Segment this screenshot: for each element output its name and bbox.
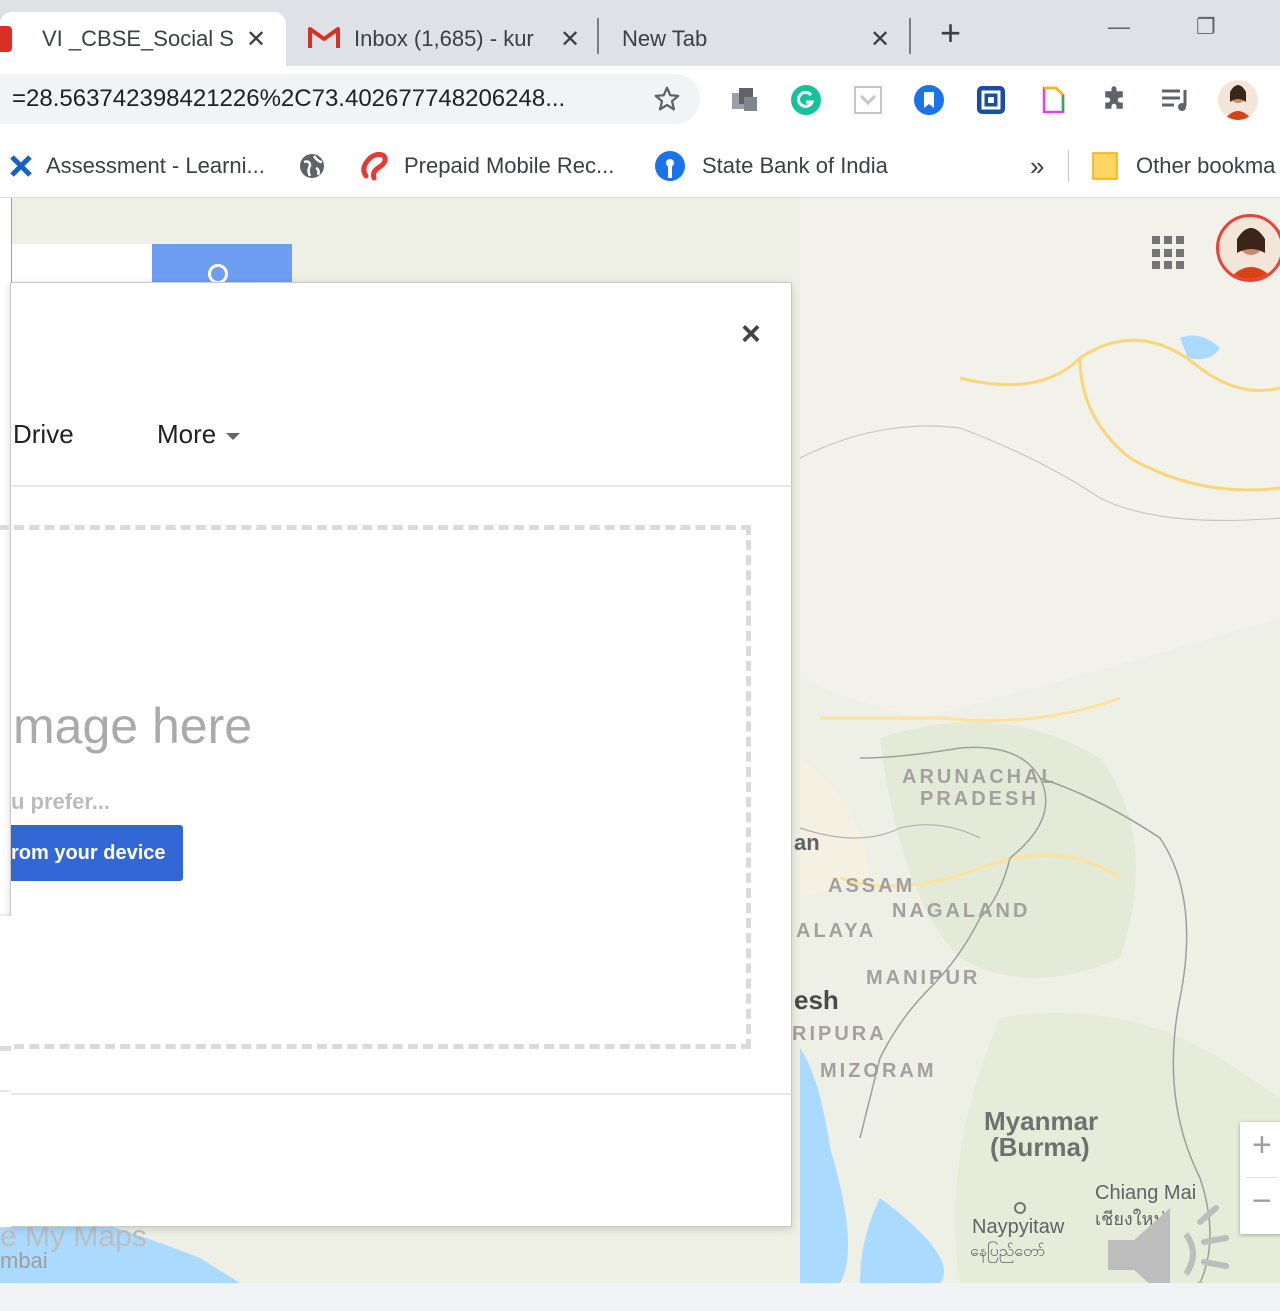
zoom-in-button[interactable]: + bbox=[1252, 1126, 1272, 1165]
tab-separator bbox=[597, 18, 599, 54]
chevron-down-icon bbox=[226, 433, 241, 440]
grammarly-icon[interactable] bbox=[790, 84, 822, 116]
bookmark-prepaid[interactable]: Prepaid Mobile Rec... bbox=[358, 134, 614, 198]
map-label-bhutan: an bbox=[794, 830, 820, 855]
bookmark-extension-icon[interactable] bbox=[913, 84, 945, 116]
tab-drive[interactable]: Drive bbox=[13, 419, 74, 450]
map-label-pradesh: PRADESH bbox=[920, 788, 1039, 810]
drop-zone-title: mage here bbox=[13, 698, 253, 754]
dialog-left-extension bbox=[0, 916, 11, 1227]
tab-title: Inbox (1,685) - kur bbox=[354, 26, 534, 51]
dialog-header-divider bbox=[11, 485, 791, 487]
restore-button[interactable]: ❐ bbox=[1196, 14, 1216, 40]
close-tab-icon[interactable]: ✕ bbox=[870, 25, 890, 54]
drop-zone-subtitle: u prefer... bbox=[11, 789, 111, 814]
bookmarks-overflow-button[interactable]: » bbox=[1030, 134, 1044, 198]
pocket-icon[interactable] bbox=[852, 84, 884, 116]
other-bookmarks-folder[interactable]: Other bookma bbox=[1092, 134, 1275, 198]
drop-zone[interactable] bbox=[0, 525, 751, 1049]
tab-title: New Tab bbox=[622, 26, 708, 51]
zoom-divider bbox=[1246, 1177, 1278, 1178]
other-bookmarks-label: Other bookma bbox=[1136, 153, 1276, 178]
insert-image-dialog: × Drive More mage here u prefer... rom y… bbox=[0, 282, 792, 1227]
folder-icon bbox=[1092, 152, 1118, 180]
tab-title: VI _CBSE_Social St bbox=[42, 26, 234, 51]
dialog-footer-divider bbox=[1, 1093, 791, 1095]
tab-inbox[interactable]: Inbox (1,685) - kur ✕ bbox=[298, 12, 594, 66]
globe-icon bbox=[300, 154, 324, 178]
bottom-bar bbox=[0, 1283, 1280, 1311]
bookmark-globe[interactable] bbox=[298, 134, 326, 198]
bookmarks-bar: Assessment - Learni... Prepaid Mobile Re… bbox=[0, 134, 1280, 198]
new-tab-button[interactable]: + bbox=[940, 12, 961, 54]
map-label-naypyitaw-local: နေပြည်တော် bbox=[970, 1243, 1046, 1260]
sbi-icon bbox=[655, 151, 685, 181]
city-marker-icon bbox=[1014, 1202, 1026, 1214]
airtel-icon bbox=[361, 151, 388, 181]
assessment-icon bbox=[10, 155, 32, 177]
pdf-icon bbox=[0, 26, 12, 52]
bookmark-label: State Bank of India bbox=[702, 153, 888, 178]
map-label-mumbai: mbai bbox=[0, 1248, 48, 1273]
map-label-arunachal: ARUNACHAL bbox=[902, 766, 1057, 788]
star-icon[interactable] bbox=[652, 84, 682, 114]
tab-new[interactable]: New Tab ✕ bbox=[606, 12, 906, 66]
upload-button-label: rom your device bbox=[11, 841, 166, 864]
gmail-icon bbox=[308, 27, 340, 48]
map-label-meghalaya: ALAYA bbox=[796, 920, 877, 942]
tab-more-label: More bbox=[157, 419, 217, 449]
search-icon bbox=[208, 264, 228, 284]
map-search-input[interactable] bbox=[10, 244, 152, 282]
puzzle-icon[interactable] bbox=[1098, 84, 1130, 116]
close-dialog-button[interactable]: × bbox=[741, 315, 761, 354]
map-label-nagaland: NAGALAND bbox=[892, 900, 1031, 922]
address-bar-url[interactable]: =28.563742398421226%2C73.402677748206248… bbox=[12, 85, 622, 113]
tab-separator bbox=[909, 18, 911, 54]
account-avatar[interactable] bbox=[1216, 214, 1280, 282]
toolbar: =28.563742398421226%2C73.402677748206248… bbox=[0, 66, 1280, 134]
map-label-mizoram: MIZORAM bbox=[820, 1060, 937, 1082]
bookmark-label: Prepaid Mobile Rec... bbox=[404, 153, 615, 178]
speaker-icon bbox=[1108, 1205, 1229, 1283]
bookmarks-separator bbox=[1068, 150, 1069, 182]
tab-strip: VI _CBSE_Social St ✕ Inbox (1,685) - kur… bbox=[0, 0, 1280, 66]
map-label-assam: ASSAM bbox=[828, 875, 916, 897]
address-bar[interactable]: =28.563742398421226%2C73.402677748206248… bbox=[0, 74, 700, 124]
document-extension-icon[interactable] bbox=[1037, 84, 1069, 116]
zoom-controls: + − bbox=[1240, 1122, 1280, 1234]
tab-cbse[interactable]: VI _CBSE_Social St ✕ bbox=[0, 12, 286, 66]
bookmark-label: Assessment - Learni... bbox=[46, 153, 265, 178]
copy-extension-icon[interactable] bbox=[728, 84, 760, 116]
minimize-button[interactable]: — bbox=[1108, 14, 1130, 40]
close-tab-icon[interactable]: ✕ bbox=[560, 25, 580, 54]
close-tab-icon[interactable]: ✕ bbox=[246, 25, 266, 54]
apps-grid-icon[interactable] bbox=[1152, 236, 1186, 270]
screen-capture-icon[interactable] bbox=[975, 84, 1007, 116]
profile-avatar[interactable] bbox=[1218, 80, 1258, 120]
tab-more[interactable]: More bbox=[157, 419, 241, 450]
map-label-manipur: MANIPUR bbox=[866, 967, 981, 989]
media-control-icon[interactable] bbox=[1160, 84, 1192, 116]
map-search-button[interactable] bbox=[152, 244, 292, 284]
map-label-naypyitaw: Naypyitaw bbox=[972, 1216, 1065, 1238]
zoom-out-button[interactable]: − bbox=[1252, 1182, 1272, 1221]
bookmark-sbi[interactable]: State Bank of India bbox=[654, 134, 888, 198]
upload-from-device-button[interactable]: rom your device bbox=[11, 825, 183, 881]
bookmark-assessment[interactable]: Assessment - Learni... bbox=[8, 134, 265, 198]
map-label-burma: (Burma) bbox=[990, 1132, 1090, 1162]
map-label-bangladesh: esh bbox=[794, 985, 839, 1015]
map-label-tripura: RIPURA bbox=[792, 1023, 887, 1045]
